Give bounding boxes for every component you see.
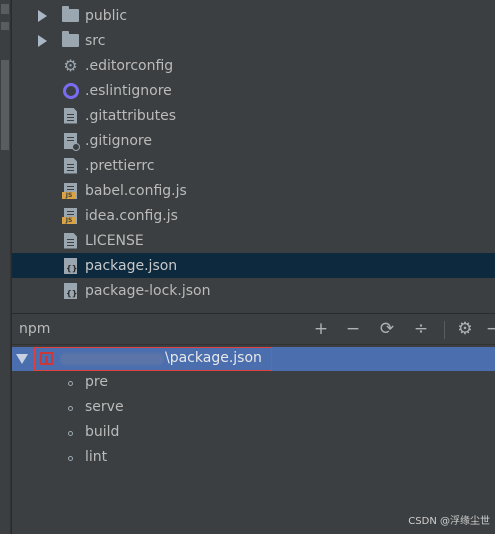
structure-tab[interactable]: [1, 60, 9, 150]
ignore-file-icon: [62, 132, 80, 151]
script-label: pre: [85, 374, 108, 390]
tree-item-label: babel.config.js: [85, 182, 187, 199]
npm-script-item[interactable]: pre: [12, 371, 495, 396]
add-icon[interactable]: +: [311, 319, 331, 339]
npm-toolbar: npm + − ⟳ ÷ ⚙ −: [12, 313, 495, 345]
tree-item-label: public: [85, 7, 128, 24]
watermark: CSDN @浮缘尘世: [408, 516, 490, 527]
tree-item-label: .editorconfig: [85, 57, 174, 74]
text-file-icon: [62, 157, 79, 174]
js-file-icon: JS: [62, 182, 79, 199]
tree-item-license[interactable]: LICENSE: [12, 228, 495, 253]
json-file-icon: {}: [62, 257, 79, 274]
expand-arrow-icon[interactable]: [38, 34, 47, 47]
script-bullet-icon: [68, 381, 73, 386]
expand-arrow-icon[interactable]: [38, 9, 47, 22]
gear-icon: ⚙: [63, 55, 78, 75]
script-label: serve: [85, 399, 124, 415]
tree-item-babel-config[interactable]: JS babel.config.js: [12, 178, 495, 203]
npm-script-item[interactable]: lint: [12, 446, 495, 471]
tree-item-label: LICENSE: [85, 232, 144, 249]
tree-item-label: .gitignore: [85, 132, 152, 149]
folder-icon: [62, 31, 79, 49]
project-tree: public src ⚙ .editorconfig .eslintignore…: [12, 0, 495, 313]
tree-item-idea-config[interactable]: JS idea.config.js: [12, 203, 495, 228]
tool-window-tab[interactable]: [1, 4, 9, 14]
script-bullet-icon: [68, 431, 73, 436]
tool-window-tab[interactable]: [1, 22, 9, 30]
npm-title: npm: [19, 321, 51, 337]
tree-item-gitattributes[interactable]: .gitattributes: [12, 103, 495, 128]
script-bullet-icon: [68, 406, 73, 411]
js-file-icon: JS: [62, 207, 79, 224]
tree-item-label: .prettierrc: [85, 157, 155, 174]
tree-item-package-lock-json[interactable]: {} package-lock.json: [12, 278, 495, 303]
text-file-icon: [62, 107, 79, 124]
tree-item-label: package.json: [85, 257, 178, 274]
script-label: build: [85, 424, 120, 440]
tree-item-public[interactable]: public: [12, 3, 495, 28]
tree-item-label: .eslintignore: [85, 82, 172, 99]
tree-item-label: idea.config.js: [85, 207, 178, 224]
tree-item-label: src: [85, 32, 106, 49]
collapse-arrow-icon[interactable]: [16, 354, 28, 364]
npm-script-item[interactable]: build: [12, 421, 495, 446]
toolbar-divider: [444, 321, 445, 339]
redacted-path: [60, 353, 164, 365]
tree-item-label: package-lock.json: [85, 282, 211, 299]
script-label: lint: [85, 449, 108, 465]
hide-icon[interactable]: −: [483, 319, 495, 339]
npm-tool-window: npm + − ⟳ ÷ ⚙ − \package.json pre serve …: [12, 313, 495, 534]
json-file-icon: {}: [62, 282, 79, 299]
tree-item-eslintignore[interactable]: .eslintignore: [12, 78, 495, 103]
settings-icon[interactable]: ⚙: [455, 319, 475, 339]
remove-icon[interactable]: −: [343, 319, 363, 339]
text-file-icon: [62, 232, 79, 249]
folder-icon: [62, 6, 79, 24]
package-file-label: \package.json: [165, 350, 262, 366]
tree-item-label: .gitattributes: [85, 107, 177, 124]
tree-item-editorconfig[interactable]: ⚙ .editorconfig: [12, 53, 495, 78]
refresh-icon[interactable]: ⟳: [377, 319, 397, 339]
collapse-all-icon[interactable]: ÷: [411, 319, 431, 339]
tree-item-package-json[interactable]: {} package.json: [12, 253, 495, 278]
eslint-icon: [62, 82, 79, 99]
tree-item-prettierrc[interactable]: .prettierrc: [12, 153, 495, 178]
tool-window-strip: [0, 0, 11, 534]
npm-icon: [40, 352, 53, 365]
script-bullet-icon: [68, 456, 73, 461]
tree-item-src[interactable]: src: [12, 28, 495, 53]
tree-item-gitignore[interactable]: .gitignore: [12, 128, 495, 153]
npm-script-item[interactable]: serve: [12, 396, 495, 421]
npm-package-row[interactable]: \package.json: [12, 347, 495, 371]
